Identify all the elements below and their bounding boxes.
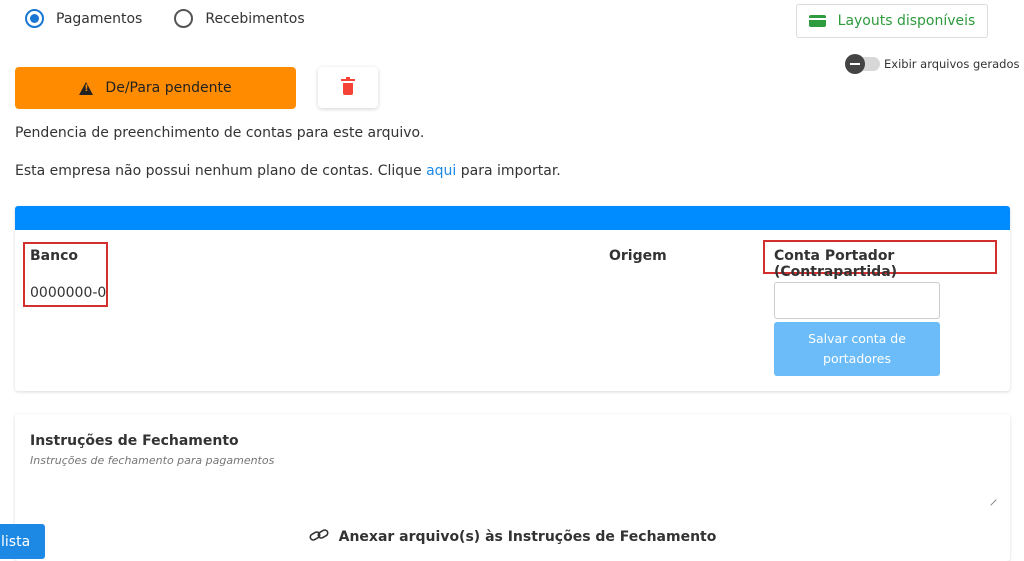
import-message-prefix: Esta empresa não possui nenhum plano de … [15,163,427,179]
toggle-label: Exibir arquivos gerados [884,57,1020,71]
attach-files-label: Anexar arquivo(s) às Instruções de Fecha… [338,529,717,545]
toggle-off-icon [845,54,865,74]
link-icon [309,528,329,546]
radio-label-pagamentos: Pagamentos [56,10,143,27]
payment-type-radio-group: Pagamentos Recebimentos [25,9,337,28]
column-header-origem: Origem [609,248,667,264]
bank-account-value: 0000000-0 [30,285,107,301]
delete-button[interactable] [318,67,378,108]
closing-instructions-card: Instruções de Fechamento Instruções de f… [15,414,1010,561]
layouts-available-label: Layouts disponíveis [837,13,976,29]
bank-accounts-card: Banco 0000000-0 Origem Conta Portador (C… [15,206,1010,391]
toggle-switch[interactable] [845,54,880,74]
instructions-placeholder: Instruções de fechamento para pagamentos [30,454,275,467]
save-portador-button[interactable]: Salvar conta de portadores [774,322,940,376]
import-link[interactable]: aqui [426,163,456,179]
list-button[interactable]: lista [0,524,45,559]
radio-label-recebimentos: Recebimentos [205,10,305,27]
conta-portador-input[interactable] [774,282,940,319]
radio-recebimentos[interactable]: Recebimentos [174,9,305,28]
import-message: Esta empresa não possui nenhum plano de … [15,163,561,179]
radio-checked-icon [25,9,44,28]
import-message-suffix: para importar. [456,163,561,179]
pending-mapping-button[interactable]: De/Para pendente [15,67,296,109]
column-header-conta-portador: Conta Portador (Contrapartida) [774,248,898,280]
pending-mapping-label: De/Para pendente [105,80,232,96]
trash-icon [341,77,355,95]
warning-icon [79,81,94,95]
radio-unchecked-icon [174,9,194,28]
card-header-bar [15,206,1010,230]
instructions-title: Instruções de Fechamento [30,433,239,449]
credit-card-icon [808,15,826,27]
instructions-textarea[interactable] [27,474,997,508]
show-generated-files-toggle[interactable]: Exibir arquivos gerados [845,54,1020,74]
radio-pagamentos[interactable]: Pagamentos [25,9,142,28]
layouts-available-button[interactable]: Layouts disponíveis [796,4,988,38]
column-header-banco: Banco [30,248,79,264]
pending-message: Pendencia de preenchimento de contas par… [15,125,425,141]
attach-files-button[interactable]: Anexar arquivo(s) às Instruções de Fecha… [15,528,1010,546]
